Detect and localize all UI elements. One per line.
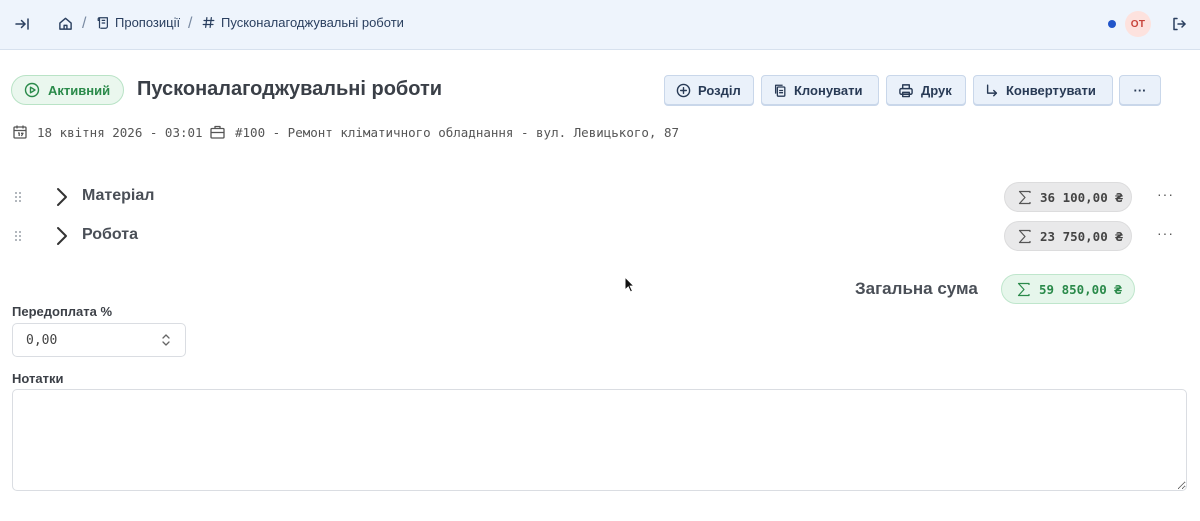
add-section-button[interactable]: Розділ bbox=[664, 75, 754, 105]
home-icon[interactable] bbox=[58, 16, 73, 31]
section-total-badge: 36 100,00 ₴ bbox=[1004, 182, 1132, 212]
briefcase-icon bbox=[209, 124, 226, 140]
plus-circle-icon bbox=[676, 83, 691, 98]
chevron-right-icon[interactable] bbox=[55, 226, 69, 251]
scroll-icon bbox=[96, 16, 110, 30]
button-label: Конвертувати bbox=[1006, 82, 1096, 98]
section-total-badge: 23 750,00 ₴ bbox=[1004, 221, 1132, 251]
more-label: ··· bbox=[1133, 82, 1147, 98]
section-label: Робота bbox=[82, 226, 139, 243]
section-label: Матеріал bbox=[82, 187, 155, 204]
drag-icon[interactable] bbox=[14, 229, 22, 247]
print-button[interactable]: Друк bbox=[886, 75, 966, 105]
project-text: #100 - Ремонт кліматичного обладнання - … bbox=[235, 124, 680, 140]
project-link[interactable]: #100 - Ремонт кліматичного обладнання - … bbox=[209, 124, 679, 140]
breadcrumb-label: Пусконалагоджувальні роботи bbox=[221, 15, 404, 30]
more-actions-button[interactable]: ··· bbox=[1119, 75, 1161, 105]
play-circle-icon bbox=[24, 82, 40, 98]
notes-label: Нотатки bbox=[12, 371, 64, 386]
section-row-material[interactable]: Матеріал 36 100,00 ₴ ··· bbox=[0, 180, 1200, 214]
chevron-right-icon[interactable] bbox=[55, 187, 69, 212]
section-row-work[interactable]: Робота 23 750,00 ₴ ··· bbox=[0, 219, 1200, 253]
avatar[interactable]: ОТ bbox=[1125, 11, 1151, 37]
row-more-button[interactable]: ··· bbox=[1157, 186, 1174, 202]
grand-total-badge: 59 850,00 ₴ bbox=[1001, 274, 1135, 304]
hash-icon bbox=[202, 16, 215, 29]
section-total-value: 23 750,00 ₴ bbox=[1040, 228, 1123, 244]
notes-textarea[interactable] bbox=[12, 389, 1187, 491]
grand-total-value: 59 850,00 ₴ bbox=[1039, 281, 1122, 297]
page-title: Пусконалагоджувальні роботи bbox=[137, 78, 443, 100]
top-bar: / Пропозиції / Пусконалагоджувальні робо… bbox=[0, 0, 1200, 50]
drag-icon[interactable] bbox=[14, 190, 22, 208]
clone-button[interactable]: Клонувати bbox=[761, 75, 879, 105]
status-badge[interactable]: Активний bbox=[11, 75, 124, 105]
stepper-icon[interactable] bbox=[160, 332, 172, 353]
prepayment-label: Передоплата % bbox=[12, 304, 113, 319]
printer-icon bbox=[898, 83, 914, 98]
online-status-dot bbox=[1108, 20, 1116, 28]
breadcrumb-item-current: Пусконалагоджувальні роботи bbox=[202, 15, 404, 30]
proposal-date: 18 квітня 2026 - 03:01 bbox=[12, 124, 203, 140]
logout-icon[interactable] bbox=[1171, 16, 1187, 32]
convert-button[interactable]: Конвертувати bbox=[973, 75, 1113, 105]
status-label: Активний bbox=[48, 82, 111, 98]
date-text: 18 квітня 2026 - 03:01 bbox=[37, 124, 203, 140]
sigma-icon bbox=[1017, 282, 1030, 297]
calendar-icon bbox=[12, 124, 28, 140]
cursor-icon bbox=[624, 275, 636, 299]
button-label: Клонувати bbox=[794, 82, 863, 98]
row-more-button[interactable]: ··· bbox=[1157, 225, 1174, 241]
breadcrumb-separator: / bbox=[188, 15, 193, 32]
arrow-turn-icon bbox=[985, 83, 999, 98]
breadcrumb-label: Пропозиції bbox=[115, 15, 181, 30]
button-label: Розділ bbox=[698, 82, 741, 98]
sigma-icon bbox=[1018, 190, 1031, 205]
copy-icon bbox=[773, 83, 787, 98]
button-label: Друк bbox=[921, 82, 952, 98]
sigma-icon bbox=[1018, 229, 1031, 244]
breadcrumb-separator: / bbox=[82, 15, 87, 32]
grand-total-label: Загальна сума bbox=[855, 279, 978, 298]
section-total-value: 36 100,00 ₴ bbox=[1040, 189, 1123, 205]
sidebar-expand-icon[interactable] bbox=[14, 16, 30, 32]
breadcrumb-item-proposals[interactable]: Пропозиції bbox=[96, 15, 180, 30]
